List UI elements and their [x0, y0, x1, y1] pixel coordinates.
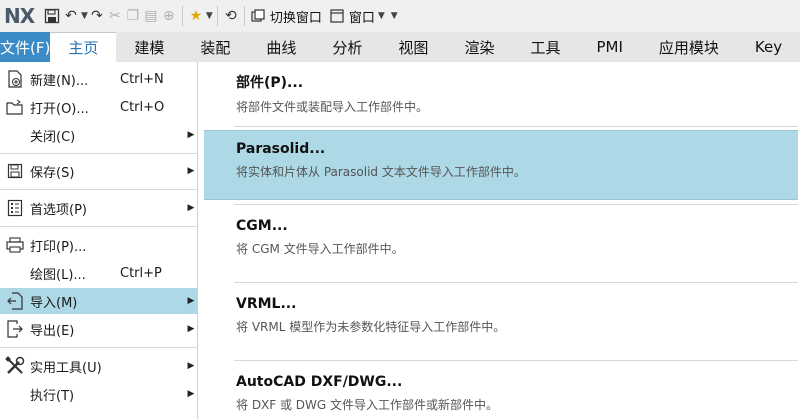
redo-icon[interactable]: ↷ — [88, 4, 106, 28]
utilities-icon — [0, 353, 30, 379]
menu-item-preferences[interactable]: 首选项(P) ▶ — [0, 195, 198, 221]
tab-home[interactable]: 主页 — [50, 32, 117, 62]
window-icon[interactable] — [328, 4, 346, 28]
menu-item-close[interactable]: 关闭(C) ▶ — [0, 122, 198, 148]
menu-item-export[interactable]: 导出(E) ▶ — [0, 316, 198, 342]
copy-icon[interactable]: ❐ — [124, 4, 142, 28]
repeat-command-icon[interactable]: ⟲ — [222, 4, 240, 28]
cut-icon[interactable]: ✂ — [106, 4, 124, 28]
chevron-down-icon[interactable]: ▼ — [206, 11, 213, 21]
submenu-divider — [234, 282, 798, 283]
import-cgm-item[interactable]: CGM... 将 CGM 文件导入工作部件中。 — [204, 208, 798, 278]
paste-icon[interactable]: ▤ — [142, 4, 160, 28]
delete-icon[interactable]: ⊕ — [160, 4, 178, 28]
submenu-divider — [234, 360, 798, 361]
preferences-icon — [0, 195, 30, 221]
menu-item-plot[interactable]: 绘图(L)... Ctrl+P — [0, 260, 198, 286]
save-icon[interactable] — [42, 4, 62, 28]
star-icon[interactable]: ★ — [187, 4, 205, 28]
tab-file[interactable]: 文件(F) — [0, 32, 51, 62]
menu-divider — [0, 347, 198, 348]
tab-view[interactable]: 视图 — [380, 32, 446, 62]
export-icon — [0, 316, 30, 342]
import-part-item[interactable]: 部件(P)... 将部件文件或装配导入工作部件中。 — [204, 62, 798, 132]
menu-divider — [0, 226, 198, 227]
import-autocad-item[interactable]: AutoCAD DXF/DWG... 将 DXF 或 DWG 文件导入工作部件或… — [204, 364, 798, 419]
menu-item-execute[interactable]: 执行(T) ▶ — [0, 381, 198, 407]
switch-window-icon[interactable] — [249, 4, 267, 28]
chevron-right-icon: ▶ — [187, 166, 195, 176]
quick-access-toolbar: NX ↶ ▼ ↷ ✂ ❐ ▤ ⊕ ★ ▼ ⟲ 切换窗口 窗口 ▼ ▼ — [0, 0, 800, 32]
menu-item-save[interactable]: 保存(S) ▶ — [0, 158, 198, 184]
submenu-divider — [234, 204, 798, 205]
menu-divider — [0, 189, 198, 190]
menu-item-new[interactable]: 新建(N)... Ctrl+N — [0, 66, 198, 92]
save-icon — [0, 158, 30, 184]
nx-logo: NX — [4, 4, 35, 28]
import-parasolid-item[interactable]: Parasolid... 将实体和片体从 Parasolid 文本文件导入工作部… — [204, 130, 798, 200]
toolbar-divider — [243, 6, 245, 26]
customize-toolbar-icon[interactable]: ▼ — [391, 11, 398, 21]
open-folder-icon — [0, 94, 30, 120]
chevron-right-icon: ▶ — [187, 361, 195, 371]
chevron-right-icon: ▶ — [187, 296, 195, 306]
menu-item-import[interactable]: 导入(M) ▶ — [0, 288, 198, 314]
chevron-down-icon[interactable]: ▼ — [378, 11, 385, 21]
import-vrml-item[interactable]: VRML... 将 VRML 模型作为未参数化特征导入工作部件中。 — [204, 286, 798, 356]
import-submenu: 部件(P)... 将部件文件或装配导入工作部件中。 Parasolid... 将… — [204, 62, 800, 419]
toolbar-divider — [181, 6, 183, 26]
tab-curve[interactable]: 曲线 — [248, 32, 314, 62]
chevron-right-icon: ▶ — [187, 130, 195, 140]
menu-item-print[interactable]: 打印(P)... — [0, 232, 198, 258]
tab-modeling[interactable]: 建模 — [116, 32, 182, 62]
chevron-down-icon[interactable]: ▼ — [81, 11, 88, 21]
menu-item-open[interactable]: 打开(O)... Ctrl+O — [0, 94, 198, 120]
chevron-right-icon: ▶ — [187, 203, 195, 213]
new-file-icon — [0, 66, 30, 92]
switch-window-label[interactable]: 切换窗口 — [270, 7, 322, 26]
toolbar-divider — [216, 6, 218, 26]
file-menu: 新建(N)... Ctrl+N 打开(O)... Ctrl+O 关闭(C) ▶ … — [0, 62, 198, 419]
window-label[interactable]: 窗口 — [349, 7, 375, 26]
menu-item-utilities[interactable]: 实用工具(U) ▶ — [0, 353, 198, 379]
submenu-divider — [234, 126, 798, 127]
print-icon — [0, 232, 30, 258]
import-icon — [0, 288, 30, 314]
tab-applications[interactable]: 应用模块 — [641, 32, 737, 62]
tab-tools[interactable]: 工具 — [512, 32, 578, 62]
tab-analysis[interactable]: 分析 — [314, 32, 380, 62]
chevron-right-icon: ▶ — [187, 389, 195, 399]
tab-pmi[interactable]: PMI — [578, 32, 640, 62]
tab-render[interactable]: 渲染 — [446, 32, 512, 62]
tab-assembly[interactable]: 装配 — [182, 32, 248, 62]
chevron-right-icon: ▶ — [187, 324, 195, 334]
undo-icon[interactable]: ↶ — [62, 4, 80, 28]
tab-key[interactable]: Key — [737, 32, 800, 62]
ribbon-tabs: 文件(F) 主页 建模 装配 曲线 分析 视图 渲染 工具 PMI 应用模块 K… — [0, 32, 800, 62]
menu-divider — [0, 153, 198, 154]
